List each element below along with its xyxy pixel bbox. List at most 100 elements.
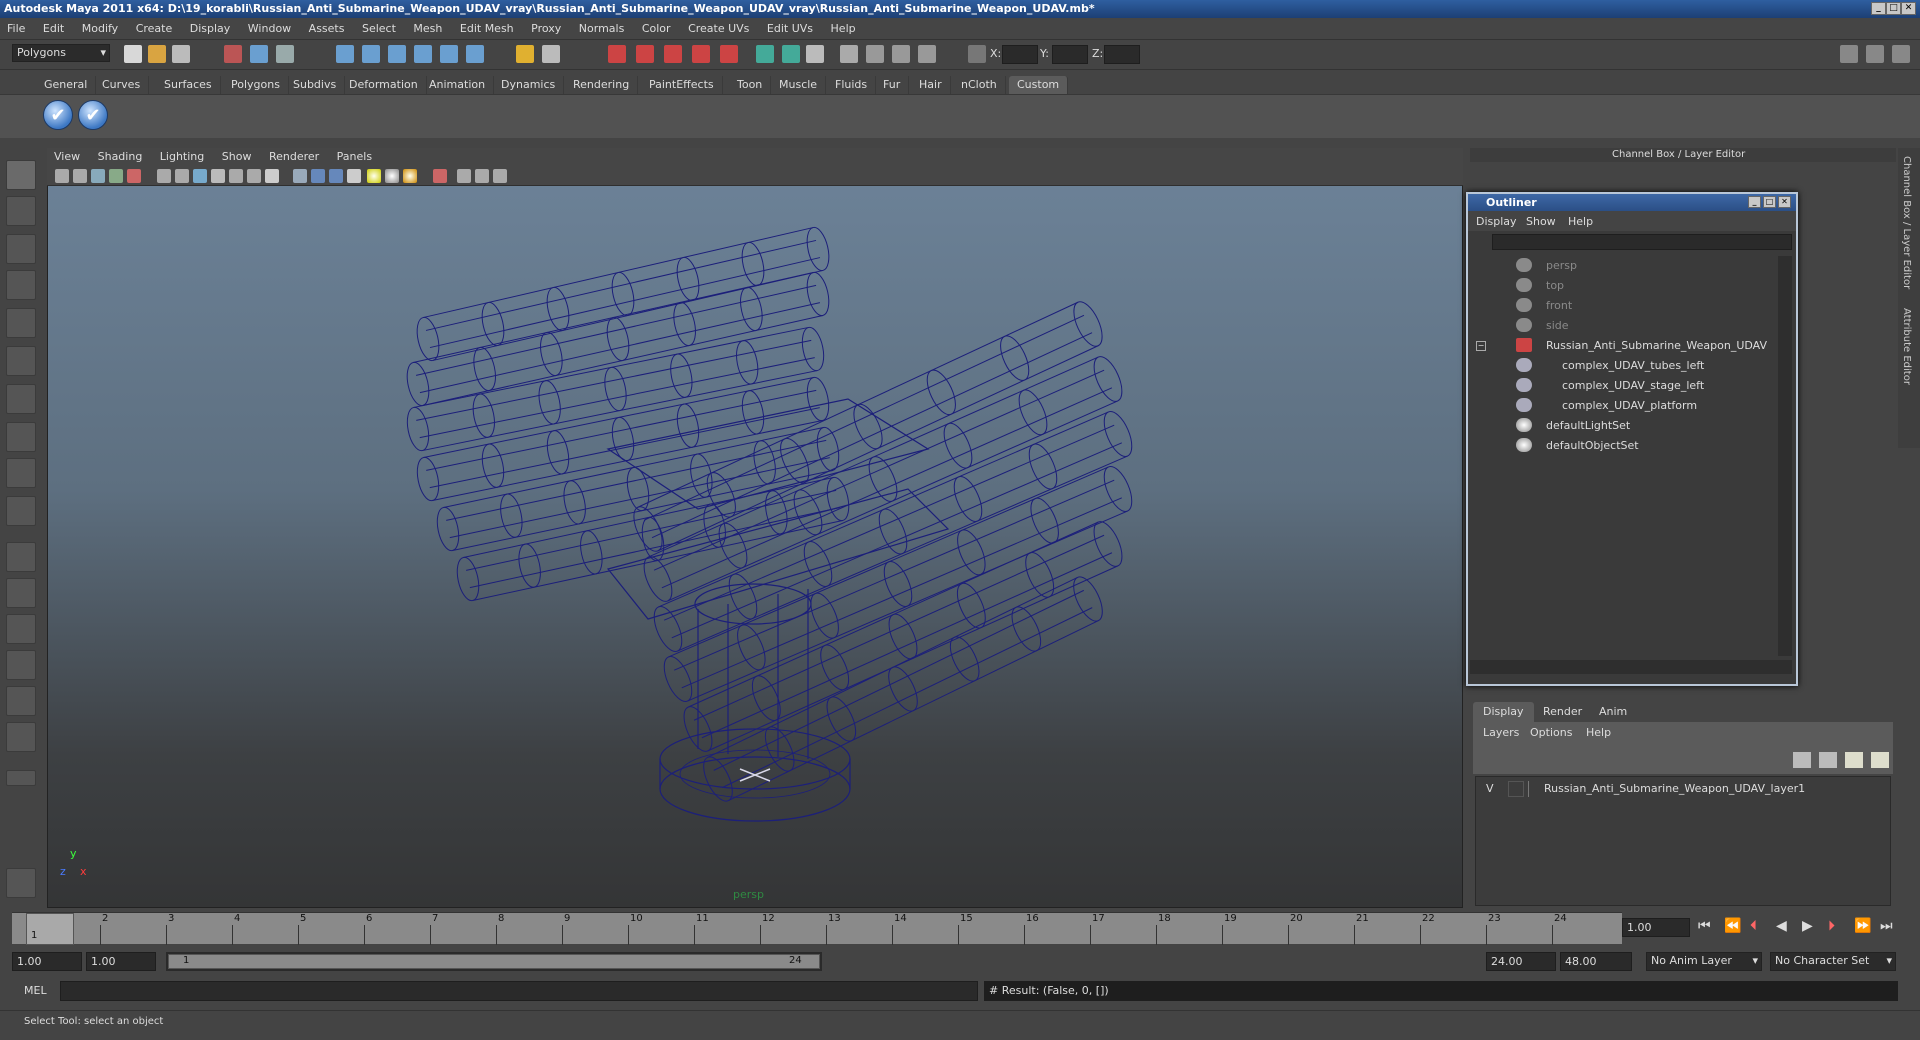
select-object-icon[interactable]	[250, 45, 268, 63]
shelf-tab-hair[interactable]: Hair	[911, 76, 951, 94]
grid-toggle-icon[interactable]	[157, 169, 171, 183]
outliner-maximize-button[interactable]: □	[1763, 196, 1776, 208]
xray-joints-icon[interactable]	[475, 169, 489, 183]
safe-action-icon[interactable]	[247, 169, 261, 183]
lasso-tool-icon[interactable]	[6, 196, 36, 226]
isolate-select-icon[interactable]	[433, 169, 447, 183]
go-to-start-icon[interactable]: ⏮	[1698, 918, 1711, 934]
layer-menu-layers[interactable]: Layers	[1483, 726, 1519, 739]
transform-absolute-icon[interactable]	[968, 45, 986, 63]
menu-create-uvs[interactable]: Create UVs	[681, 18, 756, 39]
side-tab-channel-box[interactable]: Channel Box / Layer Editor	[1901, 156, 1912, 289]
new-layer-selected-icon[interactable]	[1871, 752, 1889, 768]
go-to-end-icon[interactable]: ⏭	[1880, 918, 1893, 934]
shelf-tab-subdivs[interactable]: Subdivs	[285, 76, 346, 94]
menu-edit[interactable]: Edit	[36, 18, 71, 39]
display-layer-icon[interactable]	[892, 45, 910, 63]
wireframe-mode-icon[interactable]	[293, 169, 307, 183]
rotate-tool-icon[interactable]	[6, 308, 36, 338]
outliner-menu-help[interactable]: Help	[1568, 215, 1593, 228]
menu-assets[interactable]: Assets	[302, 18, 352, 39]
field-chart-icon[interactable]	[229, 169, 243, 183]
current-time-field[interactable]: 1.00	[1622, 918, 1690, 937]
hypershade-icon[interactable]	[720, 45, 738, 63]
new-empty-layer-icon[interactable]	[1845, 752, 1863, 768]
outliner-minimize-button[interactable]: _	[1748, 196, 1761, 208]
render-view-icon[interactable]	[866, 45, 884, 63]
move-layer-down-icon[interactable]	[1819, 752, 1837, 768]
select-camera-icon[interactable]	[55, 169, 69, 183]
shelf-tab-surfaces[interactable]: Surfaces	[156, 76, 221, 94]
open-scene-icon[interactable]	[148, 45, 166, 63]
list-item[interactable]: defaultObjectSet	[1470, 436, 1776, 456]
list-item[interactable]: defaultLightSet	[1470, 416, 1776, 436]
move-tool-icon[interactable]	[6, 270, 36, 300]
menu-file[interactable]: File	[0, 18, 32, 39]
shelf-tab-painteffects[interactable]: PaintEffects	[641, 76, 723, 94]
textured-icon[interactable]	[347, 169, 361, 183]
safe-title-icon[interactable]	[265, 169, 279, 183]
tab-display[interactable]: Display	[1473, 702, 1534, 722]
gate-mask-icon[interactable]	[211, 169, 225, 183]
move-layer-up-icon[interactable]	[1793, 752, 1811, 768]
minimize-button[interactable]: _	[1871, 2, 1886, 15]
scene-info-icon[interactable]	[806, 45, 824, 63]
persp-graph-hypergraph-layout-icon[interactable]	[6, 722, 36, 752]
single-perspective-layout-icon[interactable]	[6, 542, 36, 572]
custom-shelf-button-1[interactable]: ✔	[43, 100, 73, 130]
outliner-vertical-scrollbar[interactable]	[1778, 256, 1792, 656]
attribute-editor-toggle-icon[interactable]	[1840, 45, 1858, 63]
menu-create[interactable]: Create	[129, 18, 180, 39]
select-tool-icon[interactable]	[6, 160, 36, 190]
select-component-icon[interactable]	[276, 45, 294, 63]
four-view-layout-icon[interactable]	[6, 578, 36, 608]
layer-menu-options[interactable]: Options	[1530, 726, 1572, 739]
select-hierarchy-icon[interactable]	[224, 45, 242, 63]
menu-modify[interactable]: Modify	[75, 18, 125, 39]
ipr-render-icon[interactable]	[664, 45, 682, 63]
list-item[interactable]: side	[1470, 316, 1776, 336]
paint-select-tool-icon[interactable]	[6, 234, 36, 264]
prev-key-icon[interactable]: ⏴	[1750, 918, 1757, 934]
menu-proxy[interactable]: Proxy	[524, 18, 568, 39]
shelf-tab-custom[interactable]: Custom	[1009, 76, 1069, 94]
shelf-tab-rendering[interactable]: Rendering	[565, 76, 639, 94]
list-item[interactable]: − Russian_Anti_Submarine_Weapon_UDAV	[1470, 336, 1776, 356]
snap-grid-icon[interactable]	[336, 45, 354, 63]
step-back-icon[interactable]: ⏪	[1724, 918, 1741, 934]
step-forward-icon[interactable]: ⏩	[1854, 918, 1871, 934]
outliner-menu-display[interactable]: Display	[1476, 215, 1517, 228]
list-item[interactable]: complex_UDAV_stage_left	[1470, 376, 1776, 396]
playback-end-field[interactable]: 24.00	[1486, 952, 1556, 971]
shadows-icon[interactable]	[403, 169, 417, 183]
input-line-icon[interactable]	[756, 45, 774, 63]
anim-layer-dropdown[interactable]: No Anim Layer ▾	[1646, 952, 1762, 971]
persp-graph-layout-icon[interactable]	[6, 650, 36, 680]
command-input[interactable]	[60, 981, 978, 1001]
new-scene-icon[interactable]	[124, 45, 142, 63]
resolution-gate-icon[interactable]	[193, 169, 207, 183]
bookmark-icon[interactable]	[91, 169, 105, 183]
shelf-tab-curves[interactable]: Curves	[94, 76, 150, 94]
show-manipulator-icon[interactable]	[6, 458, 36, 488]
lock-icon[interactable]	[516, 45, 534, 63]
y-field[interactable]	[1052, 45, 1088, 64]
list-item[interactable]: front	[1470, 296, 1776, 316]
maximize-button[interactable]: □	[1886, 2, 1901, 15]
soft-modification-icon[interactable]	[6, 422, 36, 452]
camera-attr-icon[interactable]	[840, 45, 858, 63]
layer-color-swatch[interactable]	[1528, 781, 1538, 797]
wireframe-on-shaded-icon[interactable]	[329, 169, 343, 183]
xray-components-icon[interactable]	[493, 169, 507, 183]
play-backward-icon[interactable]: ◀	[1776, 918, 1787, 934]
shelf-tab-fluids[interactable]: Fluids	[827, 76, 877, 94]
maya-logo-icon[interactable]	[6, 868, 36, 898]
menu-help[interactable]: Help	[824, 18, 863, 39]
playback-start-field[interactable]: 1.00	[86, 952, 156, 971]
z-field[interactable]	[1104, 45, 1140, 64]
viewport-menu-renderer[interactable]: Renderer	[262, 148, 326, 166]
time-slider[interactable]: 123456789101112131415161718192021222324 …	[12, 912, 1622, 945]
end-time-field[interactable]: 48.00	[1560, 952, 1632, 971]
menu-edit-uvs[interactable]: Edit UVs	[760, 18, 820, 39]
character-set-dropdown[interactable]: No Character Set ▾	[1770, 952, 1896, 971]
